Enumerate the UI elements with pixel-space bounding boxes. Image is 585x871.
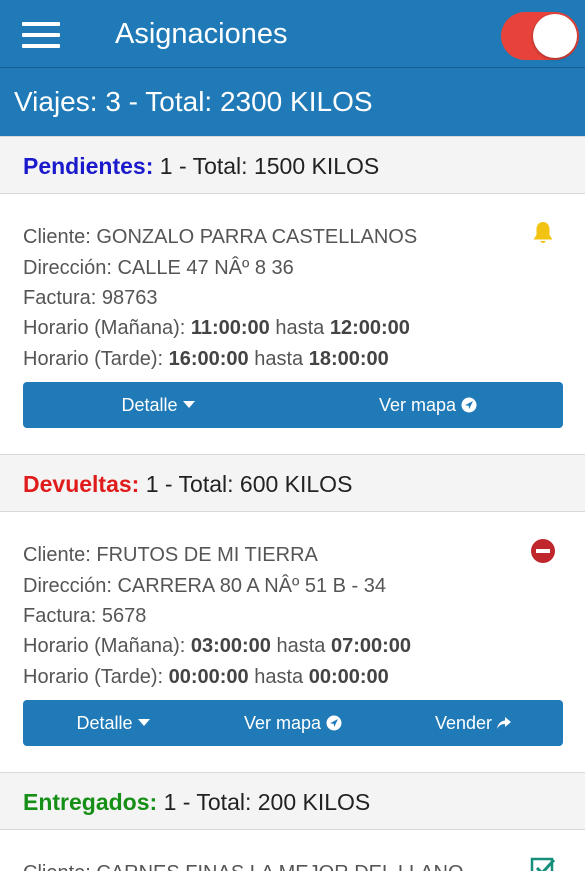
horario-manana-label: Horario (Mañana): [23,635,191,657]
section-header-entregados: Entregados: 1 - Total: 200 KILOS [0,772,585,830]
card-pendientes: Cliente: GONZALO PARRA CASTELLANOS Direc… [0,194,585,454]
detalle-label: Detalle [76,712,133,733]
factura-text: Factura: 5678 [23,605,147,627]
cliente-text: Cliente: FRUTOS DE MI TIERRA [23,544,318,566]
horario-manana: Horario (Mañana): 11:00:00 hasta 12:00:0… [23,315,410,341]
horario-tarde-to: 18:00:00 [308,348,389,370]
horario-tarde-from: 00:00:00 [168,666,249,688]
detalle-button[interactable]: Detalle [23,382,293,428]
app-bar: Asignaciones [0,0,585,68]
horario-manana-to: 12:00:00 [329,317,410,339]
horario-tarde-from: 16:00:00 [168,348,249,370]
factura-text: Factura: 98763 [23,287,158,309]
detalle-button[interactable]: Detalle [23,700,203,746]
horario-hasta: hasta [248,666,309,688]
card-devueltas: Cliente: FRUTOS DE MI TIERRA Dirección: … [0,512,585,772]
vender-label: Vender [434,712,493,733]
action-bar: Detalle Ver mapa [23,382,563,428]
horario-manana: Horario (Mañana): 03:00:00 hasta 07:00:0… [23,633,411,659]
direccion-text: Dirección: CARRERA 80 A NÂº 51 B - 34 [23,575,387,597]
horario-hasta: hasta [270,635,331,657]
cliente-text: Cliente: GONZALO PARRA CASTELLANOS [23,226,418,248]
horario-tarde: Horario (Tarde): 16:00:00 hasta 18:00:00 [23,346,389,372]
horario-hasta: hasta [269,317,330,339]
horario-manana-from: 03:00:00 [190,635,271,657]
caret-down-icon [182,401,195,408]
horario-tarde-label: Horario (Tarde): [23,666,169,688]
horario-manana-label: Horario (Mañana): [23,317,191,339]
status-toggle[interactable] [501,12,579,60]
checkbox-checked-icon [530,857,556,871]
horario-manana-from: 11:00:00 [190,317,270,339]
location-arrow-icon [326,715,342,731]
bell-icon [533,222,553,243]
horario-hasta: hasta [248,348,309,370]
location-arrow-icon [461,397,477,413]
vender-button[interactable]: Vender [383,700,563,746]
toggle-knob [533,14,577,58]
minus-circle-icon [531,539,555,563]
ver-mapa-label: Ver mapa [378,394,457,415]
horario-tarde-to: 00:00:00 [308,666,389,688]
section-label-entregados: Entregados: [23,789,158,815]
ver-mapa-button[interactable]: Ver mapa [293,382,563,428]
section-label-pendientes: Pendientes: [23,153,154,179]
detalle-label: Detalle [121,394,178,415]
ver-mapa-button[interactable]: Ver mapa [203,700,383,746]
section-total-pendientes: 1 - Total: 1500 KILOS [153,153,380,179]
horario-tarde-label: Horario (Tarde): [23,348,169,370]
menu-icon[interactable] [22,22,60,48]
section-total-devueltas: 1 - Total: 600 KILOS [139,471,353,497]
horario-manana-to: 07:00:00 [330,635,412,657]
section-header-devueltas: Devueltas: 1 - Total: 600 KILOS [0,454,585,512]
app-title: Asignaciones [115,18,288,50]
section-header-pendientes: Pendientes: 1 - Total: 1500 KILOS [0,136,585,194]
action-bar: Detalle Ver mapa Vender [23,700,563,746]
cliente-text: Cliente: CARNES FINAS LA MEJOR DEL LLANO [23,860,464,871]
horario-tarde: Horario (Tarde): 00:00:00 hasta 00:00:00 [23,664,389,690]
summary-text: Viajes: 3 - Total: 2300 KILOS [14,86,373,117]
share-arrow-icon [497,717,512,729]
summary-bar: Viajes: 3 - Total: 2300 KILOS [0,68,585,136]
ver-mapa-label: Ver mapa [243,712,322,733]
caret-down-icon [137,719,150,726]
section-total-entregados: 1 - Total: 200 KILOS [157,789,371,815]
direccion-text: Dirección: CALLE 47 NÂº 8 36 [23,257,294,279]
card-entregados: Cliente: CARNES FINAS LA MEJOR DEL LLANO [0,830,585,871]
section-label-devueltas: Devueltas: [23,471,140,497]
